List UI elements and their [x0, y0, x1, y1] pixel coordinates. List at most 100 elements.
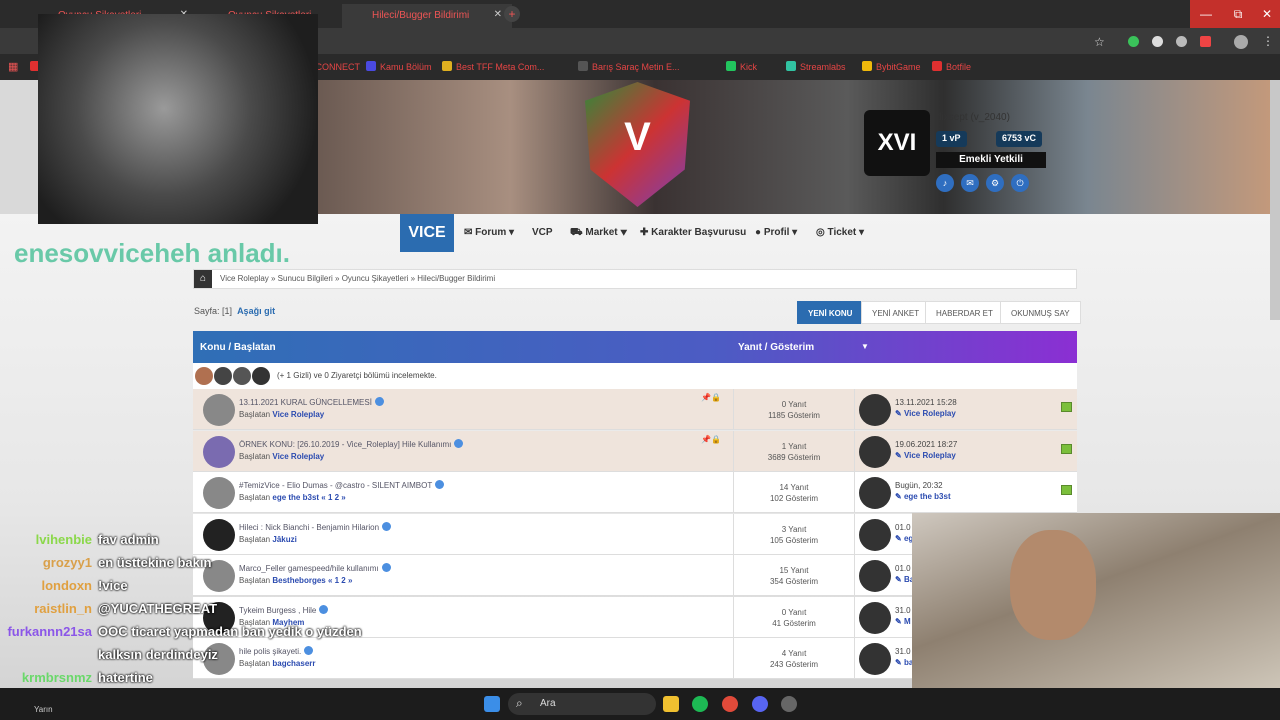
new-topic-button[interactable]: YENİ KONU: [797, 301, 864, 324]
bookmark-item[interactable]: Kamu Bölüm: [366, 61, 432, 72]
extension-icon[interactable]: [1200, 36, 1211, 47]
last-poster[interactable]: ✎ eg: [895, 534, 913, 543]
weather-label[interactable]: Yarın: [34, 705, 53, 714]
bookmark-item[interactable]: Best TFF Meta Com...: [442, 61, 544, 72]
cart-icon: ⛟: [570, 227, 586, 238]
author-link[interactable]: ege the b3st « 1 2 »: [272, 493, 345, 502]
breadcrumb-text[interactable]: Vice Roleplay » Sunucu Bilgileri » Oyunc…: [220, 274, 495, 283]
last-poster-avatar[interactable]: [859, 601, 891, 634]
viewer-avatar[interactable]: [214, 367, 232, 385]
bookmark-item[interactable]: Streamlabs: [786, 61, 846, 72]
topic-title[interactable]: Hileci : Nick Bianchi - Benjamin Hilario…: [239, 521, 392, 532]
mark-read-button[interactable]: OKUNMUŞ SAY: [1000, 301, 1081, 324]
minimize-button[interactable]: —: [1190, 0, 1222, 28]
browser-tab-active[interactable]: Hileci/Bugger Bildirimi ✕: [342, 4, 512, 28]
viewer-avatar[interactable]: [252, 367, 270, 385]
last-poster[interactable]: ✎ Vice Roleplay: [895, 409, 956, 418]
nav-ticket[interactable]: ◎ Ticket ▾: [816, 227, 864, 238]
bookmark-item[interactable]: Kick: [726, 61, 757, 72]
topic-title[interactable]: hile polis şikayeti.: [239, 646, 314, 656]
last-poster-avatar[interactable]: [859, 518, 891, 551]
extension-icon[interactable]: [1152, 36, 1163, 47]
chrome-icon[interactable]: [722, 696, 738, 712]
extension-shield-icon[interactable]: [1128, 36, 1139, 47]
windows-start-icon[interactable]: [484, 696, 500, 712]
author-link[interactable]: Jâkuzi: [272, 535, 296, 544]
by-label: Başlatan: [239, 534, 271, 544]
bookmark-item[interactable]: Barış Saraç Metin E...: [578, 61, 680, 72]
settings-gear-icon[interactable]: ⚙: [986, 174, 1004, 192]
notify-button[interactable]: HABERDAR ET: [925, 301, 1004, 324]
sort-down-icon[interactable]: ▼: [861, 342, 869, 351]
author-link[interactable]: Bestheborges « 1 2 »: [272, 576, 352, 585]
nav-forum[interactable]: ✉ Forum ▾: [464, 227, 514, 238]
extension-icon[interactable]: [1176, 36, 1187, 47]
last-poster[interactable]: ✎ Vice Roleplay: [895, 451, 956, 460]
verified-icon: [454, 438, 464, 448]
username[interactable]: dixsept (v_2040): [936, 112, 1010, 123]
last-poster[interactable]: ✎ ege the b3st: [895, 492, 951, 501]
author-avatar[interactable]: [203, 477, 235, 509]
nav-vcp[interactable]: VCP: [532, 227, 553, 238]
new-poll-button[interactable]: YENİ ANKET: [861, 301, 931, 324]
spotify-icon[interactable]: [692, 696, 708, 712]
discord-icon[interactable]: [752, 696, 768, 712]
author-link[interactable]: Vice Roleplay: [272, 410, 324, 419]
topic-author: Başlatan Vice Roleplay: [239, 410, 324, 419]
mail-icon[interactable]: ✉: [961, 174, 979, 192]
last-poster[interactable]: ✎ ba: [895, 658, 913, 667]
maximize-button[interactable]: ⧉: [1222, 0, 1254, 28]
profile-avatar[interactable]: [1234, 35, 1248, 49]
last-poster-avatar[interactable]: [859, 643, 891, 675]
scrollbar[interactable]: [1270, 80, 1280, 320]
topic-title[interactable]: Tykeim Burgess , Hile: [239, 604, 329, 615]
col-topic[interactable]: Konu / Başlatan: [200, 342, 276, 353]
bookmark-star-icon[interactable]: ☆: [1094, 35, 1105, 49]
notification-bell-icon[interactable]: ♪: [936, 174, 954, 192]
bookmark-label: Barış Saraç Metin E...: [592, 62, 680, 72]
topic-row[interactable]: 13.11.2021 KURAL GÜNCELLEMESİ Başlatan Vi…: [193, 389, 1077, 430]
close-tab-icon[interactable]: ✕: [494, 9, 502, 20]
topic-title[interactable]: Marco_Feller gamespeed/hile kullanımı: [239, 563, 391, 573]
go-to-last-post-icon[interactable]: [1061, 485, 1072, 495]
chat-username: raistlin_n: [34, 601, 92, 616]
author-link[interactable]: bagchaserr: [272, 659, 315, 668]
nav-market[interactable]: ⛟ Market ▾: [570, 227, 627, 240]
last-poster-avatar[interactable]: [859, 394, 891, 426]
bookmark-item[interactable]: BybitGame: [862, 61, 921, 72]
power-icon[interactable]: ⏻: [1011, 174, 1029, 192]
jump-down-link[interactable]: Aşağı git: [237, 306, 275, 316]
last-poster[interactable]: ✎ M: [895, 617, 911, 626]
last-poster-avatar[interactable]: [859, 435, 891, 468]
viewer-avatar[interactable]: [195, 367, 213, 385]
user-avatar[interactable]: XVI: [864, 110, 930, 176]
author-link[interactable]: Vice Roleplay: [272, 452, 324, 461]
nav-brand[interactable]: VICE: [400, 214, 454, 252]
topic-row[interactable]: ÖRNEK KONU: [26.10.2019 - Vice_Roleplay]…: [193, 430, 1077, 472]
file-explorer-icon[interactable]: [663, 696, 679, 712]
last-poster-avatar[interactable]: [859, 477, 891, 509]
browser-menu-icon[interactable]: ⋮: [1262, 34, 1274, 48]
viewer-avatar[interactable]: [233, 367, 251, 385]
new-tab-button[interactable]: +: [504, 6, 520, 22]
col-stats[interactable]: Yanıt / Gösterim: [738, 342, 814, 353]
home-icon[interactable]: ⌂: [194, 270, 212, 288]
view-count: 41 Gösterim: [772, 618, 816, 628]
topic-title[interactable]: #TemizVice - Elio Dumas - @castro - SILE…: [239, 480, 445, 490]
app-icon[interactable]: [781, 696, 797, 712]
apps-icon[interactable]: ▦: [8, 60, 18, 73]
topic-title[interactable]: ÖRNEK KONU: [26.10.2019 - Vice_Roleplay]…: [239, 438, 464, 449]
topic-title[interactable]: 13.11.2021 KURAL GÜNCELLEMESİ: [239, 397, 384, 407]
last-poster-avatar[interactable]: [859, 560, 891, 592]
bookmark-item[interactable]: Botfile: [932, 61, 971, 72]
topic-row[interactable]: #TemizVice - Elio Dumas - @castro - SILE…: [193, 472, 1077, 513]
nav-profil[interactable]: ● Profil ▾: [755, 227, 797, 238]
author-avatar[interactable]: [203, 518, 235, 551]
close-window-button[interactable]: ✕: [1254, 0, 1280, 28]
author-avatar[interactable]: [203, 435, 235, 468]
author-avatar[interactable]: [203, 394, 235, 426]
nav-karakter[interactable]: ✚ Karakter Başvurusu: [640, 227, 746, 238]
go-to-last-post-icon[interactable]: [1061, 443, 1072, 454]
taskbar-search[interactable]: Ara: [508, 693, 656, 715]
go-to-last-post-icon[interactable]: [1061, 402, 1072, 412]
